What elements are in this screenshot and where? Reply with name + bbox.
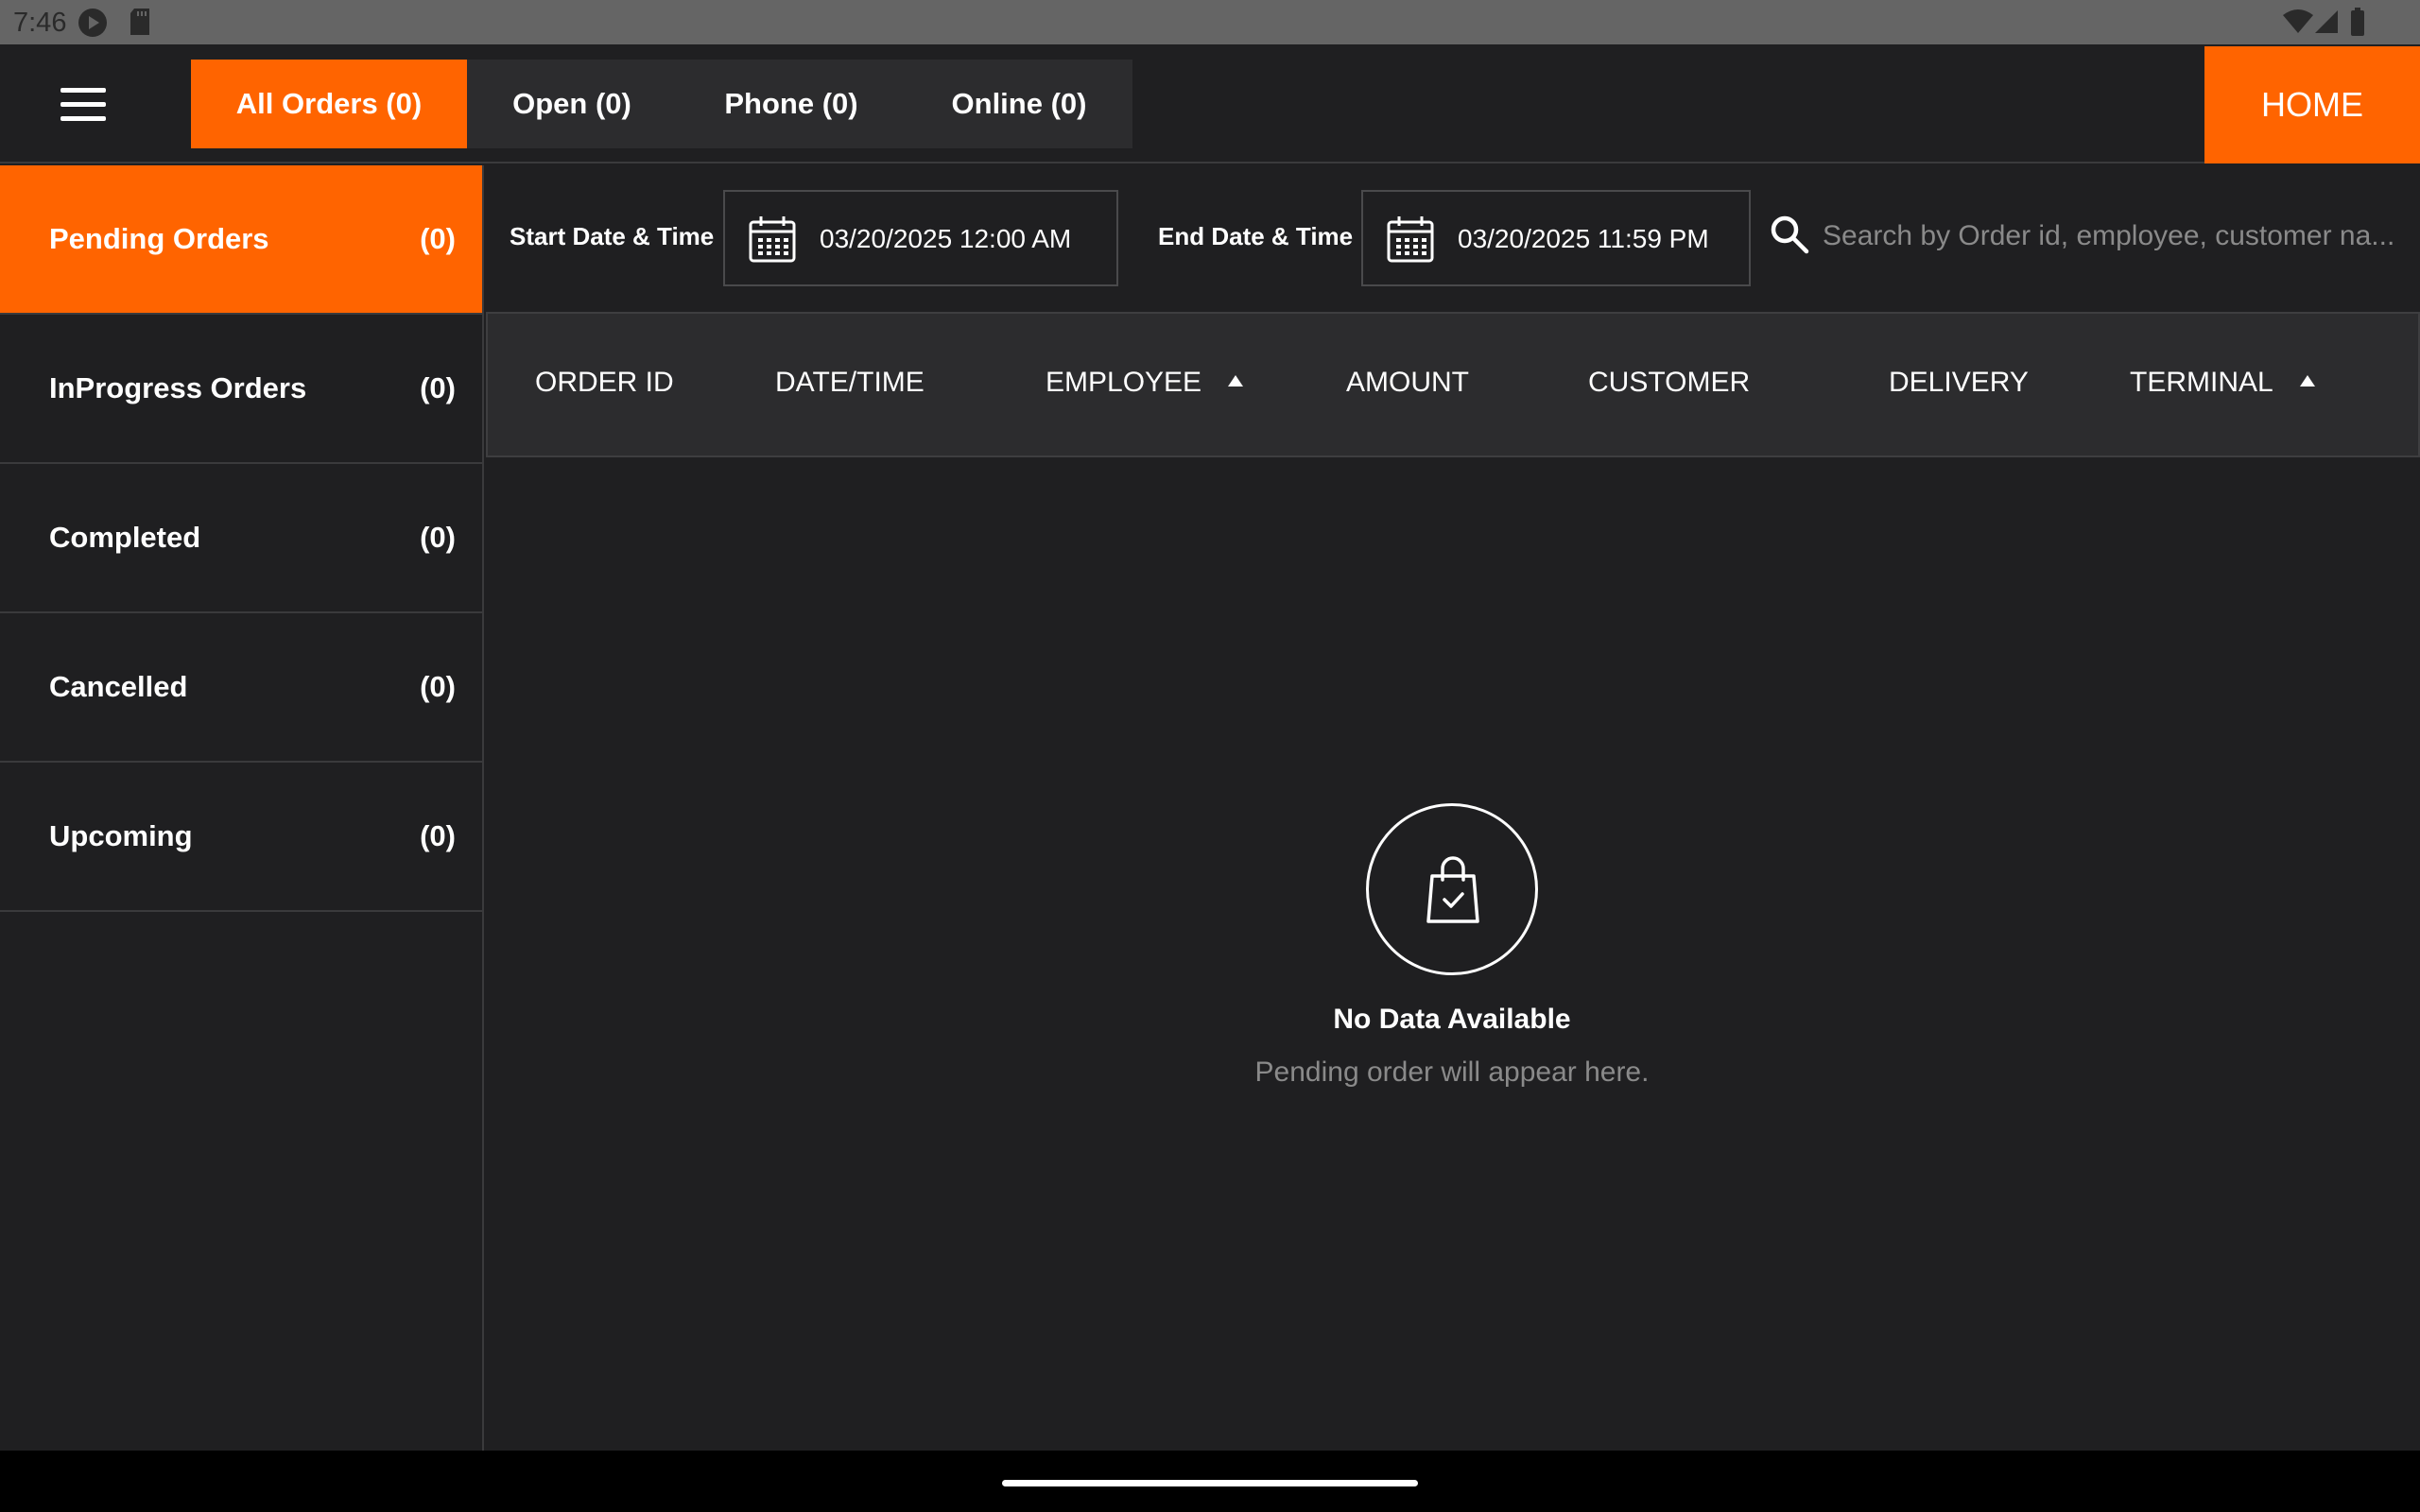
sort-ascending-icon — [1228, 375, 1244, 387]
column-header-delivery[interactable]: DELIVERY — [1889, 367, 2029, 399]
status-bar: 7:46 — [0, 0, 2420, 44]
sidebar-item-pending-orders[interactable]: Pending Orders (0) — [0, 165, 482, 315]
end-date-picker[interactable]: 03/20/2025 11:59 PM — [1361, 190, 1751, 286]
column-header-employee[interactable]: EMPLOYEE — [1046, 367, 1244, 399]
empty-state-subtitle: Pending order will appear here. — [1254, 1057, 1650, 1088]
tab-phone[interactable]: Phone (0) — [677, 60, 906, 148]
sort-ascending-icon — [2299, 375, 2315, 387]
media-play-icon — [78, 8, 108, 43]
end-date-value: 03/20/2025 11:59 PM — [1458, 224, 1709, 253]
start-date-picker[interactable]: 03/20/2025 12:00 AM — [723, 190, 1118, 286]
empty-state: No Data Available Pending order will app… — [1168, 803, 1736, 1089]
orders-table-header: ORDER ID DATE/TIME EMPLOYEE AMOUNT CUSTO… — [486, 312, 2420, 457]
empty-state-badge — [1366, 803, 1538, 975]
search-input[interactable] — [1823, 203, 2409, 269]
status-time: 7:46 — [13, 8, 67, 38]
sidebar-item-label: Pending Orders — [49, 222, 269, 255]
empty-state-title: No Data Available — [1333, 1004, 1571, 1035]
battery-icon — [2350, 8, 2365, 41]
sidebar-item-count: (0) — [420, 670, 456, 703]
column-header-terminal[interactable]: TERMINAL — [2130, 367, 2315, 399]
cell-signal-icon — [2314, 9, 2339, 39]
home-button[interactable]: HOME — [2204, 46, 2420, 163]
order-source-tabs: All Orders (0) Open (0) Phone (0) Online… — [191, 60, 1132, 148]
tab-open[interactable]: Open (0) — [467, 60, 677, 148]
sidebar-item-completed[interactable]: Completed (0) — [0, 464, 482, 613]
sidebar-item-count: (0) — [420, 819, 456, 852]
top-bar: All Orders (0) Open (0) Phone (0) Online… — [0, 44, 2420, 163]
sidebar-item-count: (0) — [420, 371, 456, 404]
column-header-amount[interactable]: AMOUNT — [1346, 367, 1469, 399]
sidebar-item-count: (0) — [420, 521, 456, 554]
search-icon[interactable] — [1770, 215, 1809, 259]
sidebar-item-label: InProgress Orders — [49, 371, 307, 404]
tab-online[interactable]: Online (0) — [906, 60, 1132, 148]
sidebar-item-count: (0) — [420, 222, 456, 255]
shopping-bag-check-icon — [1426, 856, 1479, 923]
column-header-label: EMPLOYEE — [1046, 367, 1202, 398]
home-gesture-indicator[interactable] — [1002, 1480, 1418, 1486]
sidebar-item-upcoming[interactable]: Upcoming (0) — [0, 763, 482, 912]
sidebar-item-cancelled[interactable]: Cancelled (0) — [0, 613, 482, 763]
wifi-icon — [2282, 9, 2314, 39]
column-header-date-time[interactable]: DATE/TIME — [775, 367, 925, 399]
sd-card-icon — [129, 8, 151, 41]
calendar-icon — [748, 215, 797, 268]
sidebar-item-inprogress-orders[interactable]: InProgress Orders (0) — [0, 315, 482, 464]
tab-all-orders[interactable]: All Orders (0) — [191, 60, 467, 148]
order-status-sidebar: Pending Orders (0) InProgress Orders (0)… — [0, 165, 484, 1451]
column-header-customer[interactable]: CUSTOMER — [1588, 367, 1750, 399]
end-date-label: End Date & Time — [1158, 222, 1354, 250]
sidebar-item-label: Completed — [49, 521, 201, 554]
start-date-value: 03/20/2025 12:00 AM — [820, 224, 1072, 253]
column-header-order-id[interactable]: ORDER ID — [535, 367, 674, 399]
hamburger-menu-icon[interactable] — [53, 84, 113, 126]
sidebar-item-label: Cancelled — [49, 670, 188, 703]
start-date-label: Start Date & Time — [510, 222, 715, 250]
sidebar-item-label: Upcoming — [49, 819, 193, 852]
calendar-icon — [1386, 215, 1435, 268]
filter-bar: Start Date & Time 03/20/2025 12:00 AM En… — [486, 165, 2420, 311]
column-header-label: TERMINAL — [2130, 367, 2273, 398]
system-navigation-bar — [0, 1451, 2420, 1512]
